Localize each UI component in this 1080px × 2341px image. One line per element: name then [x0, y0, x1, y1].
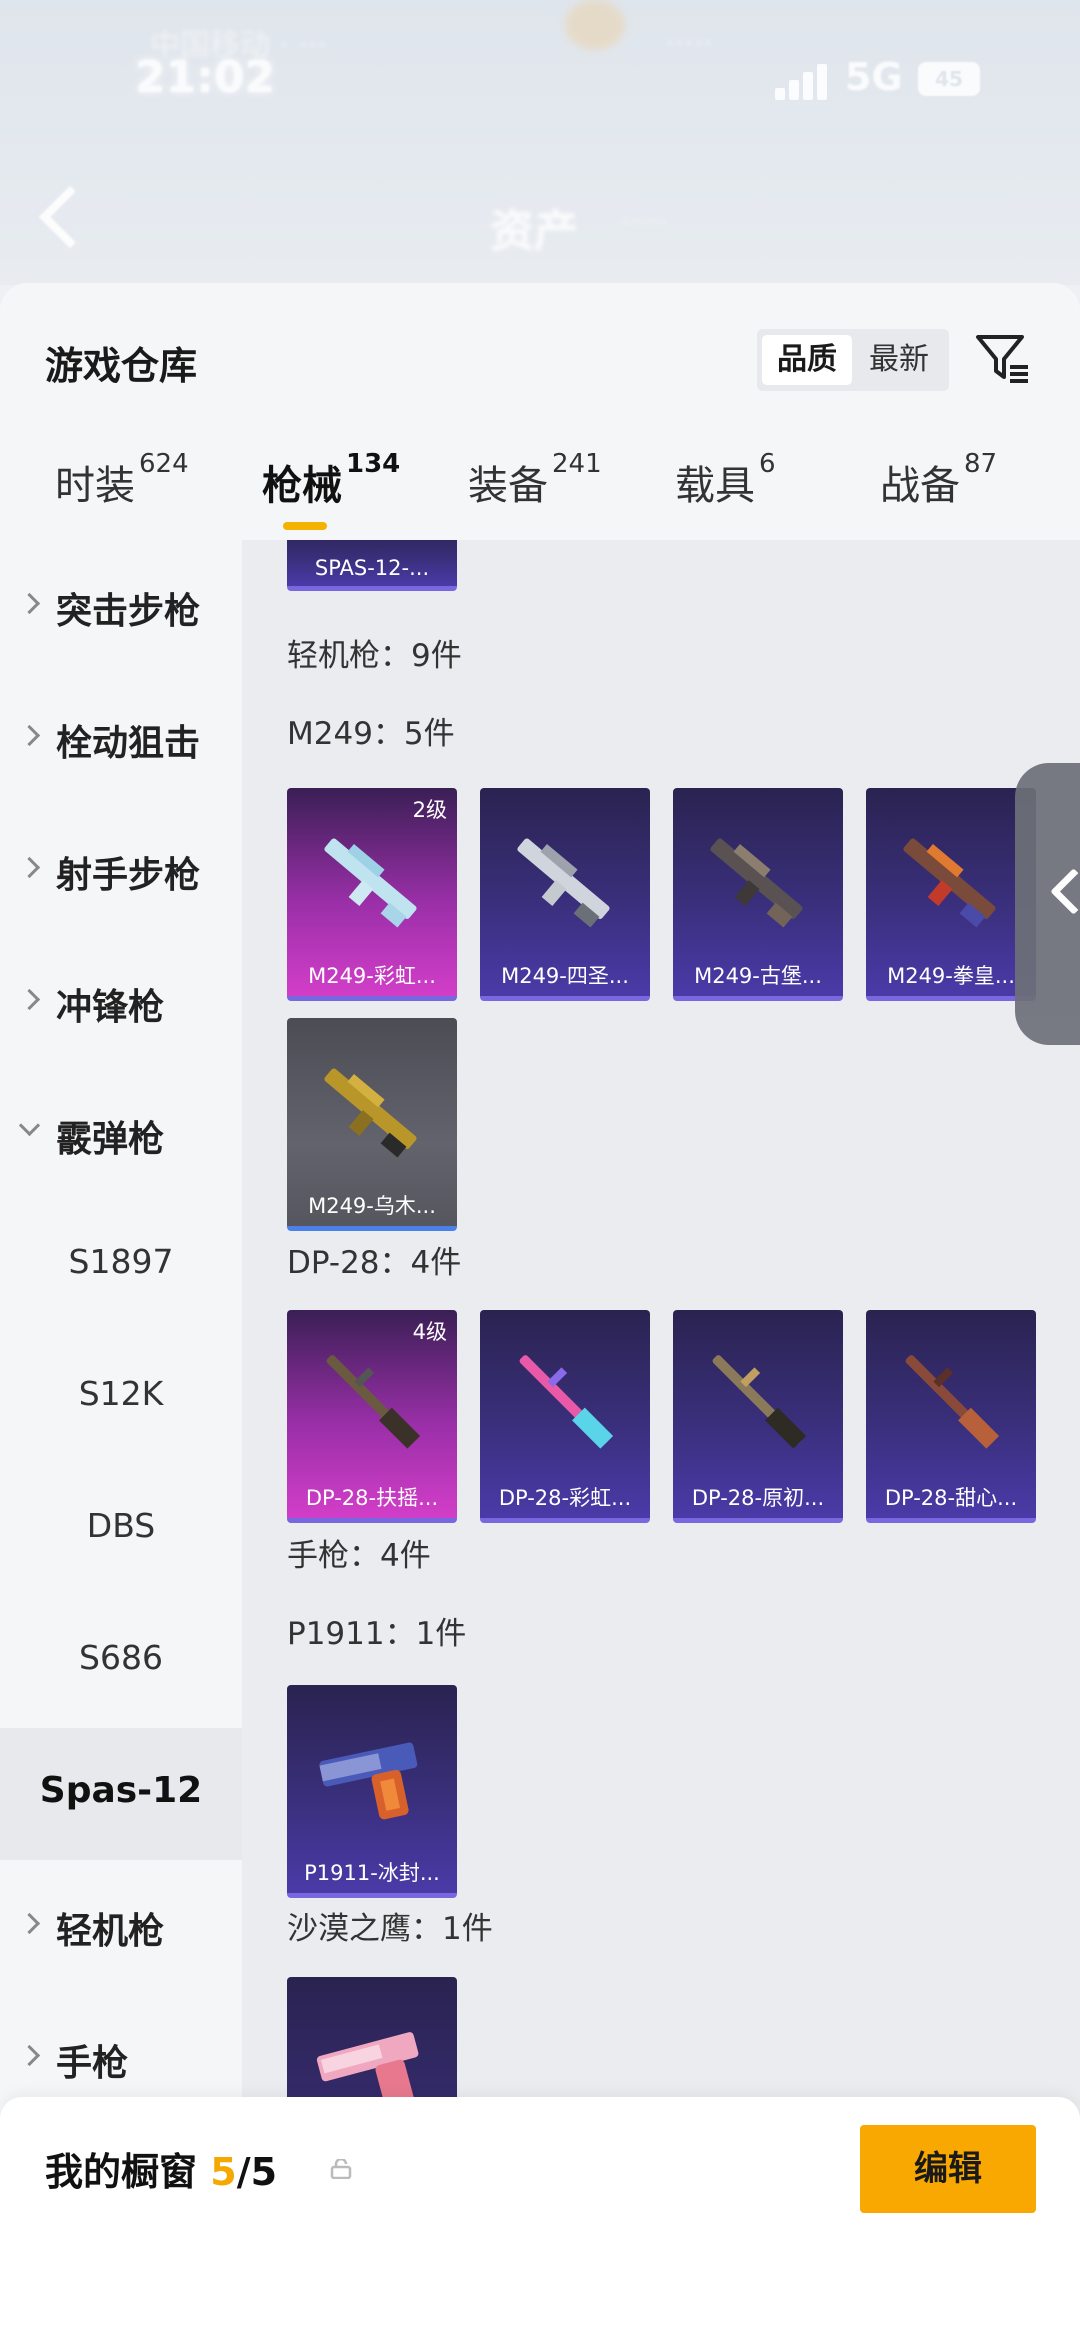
filter-icon[interactable]: [972, 327, 1034, 389]
active-tab-indicator: [283, 522, 327, 530]
status-time: 21:02: [135, 52, 276, 103]
weapon-image: [324, 838, 417, 928]
page-title: 游戏仓库: [45, 344, 198, 388]
status-blurred-text: ·····: [665, 26, 713, 61]
tab-count: 624: [139, 449, 189, 479]
weapon-card[interactable]: 2级 M249-彩虹...: [287, 788, 457, 1001]
weapon-image: [712, 1355, 807, 1449]
tab-fashion[interactable]: 时装 624: [55, 449, 189, 511]
sidebar-item-assault-rifle[interactable]: 突击步枪: [0, 540, 242, 672]
chevron-right-icon: [18, 2044, 41, 2067]
showcase-count-total: /5: [236, 2150, 278, 2194]
avatar: [565, 0, 625, 50]
sidebar-item-s12k[interactable]: S12K: [0, 1332, 242, 1464]
showcase-bar: 我的橱窗 5/5 编辑: [0, 2097, 1080, 2341]
weapon-card[interactable]: M249-拳皇...: [866, 788, 1036, 1001]
sidebar-item-marksman-rifle[interactable]: 射手步枪: [0, 804, 242, 936]
tab-count: 241: [552, 449, 602, 479]
tab-guns[interactable]: 枪械 134: [262, 449, 400, 511]
weapon-image: [519, 1355, 614, 1449]
chevron-right-icon: [18, 592, 41, 615]
tab-count: 6: [759, 449, 776, 479]
chevron-right-icon: [18, 856, 41, 879]
sidebar-item-spas12[interactable]: Spas-12: [0, 1728, 242, 1860]
weapon-image: [710, 838, 803, 928]
network-label: 5G: [845, 55, 903, 99]
weapon-card[interactable]: M249-四圣...: [480, 788, 650, 1001]
sidebar-item-lmg[interactable]: 轻机枪: [0, 1860, 242, 1992]
weapon-type-sidebar: 突击步枪 栓动狙击 射手步枪 冲锋枪 霰弹枪 S1897 S12K DBS S6…: [0, 540, 242, 2340]
weapon-image: [517, 838, 610, 928]
sort-option-newest[interactable]: 最新: [854, 335, 944, 385]
tab-count: 134: [346, 449, 401, 479]
back-icon[interactable]: [38, 185, 102, 249]
sidebar-item-s686[interactable]: S686: [0, 1596, 242, 1728]
nav-blurred-text: ·····: [620, 205, 668, 240]
sidebar-item-bolt-sniper[interactable]: 栓动狙击: [0, 672, 242, 804]
weapon-card-name: M249-彩虹...: [308, 964, 436, 988]
sort-option-quality[interactable]: 品质: [762, 335, 852, 385]
weapon-image: [905, 1355, 1000, 1449]
weapon-card-name: DP-28-甜心...: [884, 1486, 1018, 1510]
chevron-right-icon: [18, 988, 41, 1011]
sidebar-item-shotgun[interactable]: 霰弹枪: [0, 1068, 242, 1200]
weapon-card-name: P1911-冰封...: [304, 1861, 440, 1885]
weapon-card-name: DP-28-扶摇...: [305, 1486, 439, 1510]
lock-icon: [330, 2159, 352, 2179]
weapon-card-name: SPAS-12-...: [314, 556, 430, 580]
section-heading: 沙漠之鹰：1件: [287, 1911, 493, 1947]
weapon-image: [326, 1355, 421, 1449]
sidebar-item-s1897[interactable]: S1897: [0, 1200, 242, 1332]
section-heading: 轻机枪：9件: [287, 638, 462, 674]
tab-equipment[interactable]: 装备 241: [468, 449, 602, 511]
weapon-card-name: DP-28-彩虹...: [498, 1486, 632, 1510]
warehouse-panel: 游戏仓库 品质 最新 时装 624 枪械 134 装备 241 载具 6 战备 87 突击…: [0, 283, 1080, 2341]
weapon-card[interactable]: SPAS-12-...: [287, 540, 457, 591]
signal-icon: [775, 62, 835, 100]
weapon-card[interactable]: DP-28-彩虹...: [480, 1310, 650, 1523]
battery-icon: 45: [918, 62, 980, 96]
edit-button[interactable]: 编辑: [860, 2125, 1036, 2213]
weapon-card-name: M249-拳皇...: [887, 964, 1015, 988]
section-heading: 手枪：4件: [287, 1538, 431, 1574]
weapon-card-name: M249-古堡...: [694, 964, 822, 988]
weapon-image: [324, 1068, 417, 1158]
weapon-card[interactable]: M249-古堡...: [673, 788, 843, 1001]
side-panel-handle[interactable]: [1015, 763, 1080, 1045]
showcase-title: 我的橱窗 5/5: [45, 2150, 278, 2194]
weapon-image: [319, 1742, 418, 1820]
weapon-card[interactable]: DP-28-甜心...: [866, 1310, 1036, 1523]
weapon-card[interactable]: M249-乌木...: [287, 1018, 457, 1231]
weapon-image: [903, 838, 996, 928]
chevron-right-icon: [18, 724, 41, 747]
weapon-card[interactable]: DP-28-原初...: [673, 1310, 843, 1523]
weapon-card[interactable]: 4级 DP-28-扶摇...: [287, 1310, 457, 1523]
chevron-down-icon: [18, 1114, 41, 1137]
tab-count: 87: [964, 449, 998, 479]
weapon-card-name: M249-乌木...: [308, 1194, 436, 1218]
sort-toggle: 品质 最新: [757, 329, 949, 391]
weapon-card-name: DP-28-原初...: [691, 1486, 825, 1510]
showcase-count-used: 5: [210, 2150, 237, 2194]
tab-supplies[interactable]: 战备 87: [880, 449, 997, 511]
weapon-card-name: M249-四圣...: [501, 964, 629, 988]
chevron-left-icon: [1050, 868, 1080, 915]
weapon-card[interactable]: P1911-冰封...: [287, 1685, 457, 1898]
category-tabs: 时装 624 枪械 134 装备 241 载具 6 战备 87: [0, 428, 1080, 540]
section-heading: DP-28：4件: [287, 1245, 462, 1281]
tab-vehicles[interactable]: 载具 6: [675, 449, 776, 511]
sidebar-item-smg[interactable]: 冲锋枪: [0, 936, 242, 1068]
nav-title: 资产: [490, 206, 578, 257]
status-and-nav-bar: 中国移动 · ··· ····· 21:02 5G 45 资产 ·····: [0, 0, 1080, 285]
sidebar-item-dbs[interactable]: DBS: [0, 1464, 242, 1596]
weapon-list: SPAS-12-... 轻机枪：9件 M249：5件 2级 M249-彩虹...…: [242, 540, 1080, 2340]
panel-header: 游戏仓库 品质 最新: [0, 283, 1080, 428]
section-heading: P1911：1件: [287, 1616, 467, 1652]
section-heading: M249：5件: [287, 716, 455, 752]
chevron-right-icon: [18, 1912, 41, 1935]
